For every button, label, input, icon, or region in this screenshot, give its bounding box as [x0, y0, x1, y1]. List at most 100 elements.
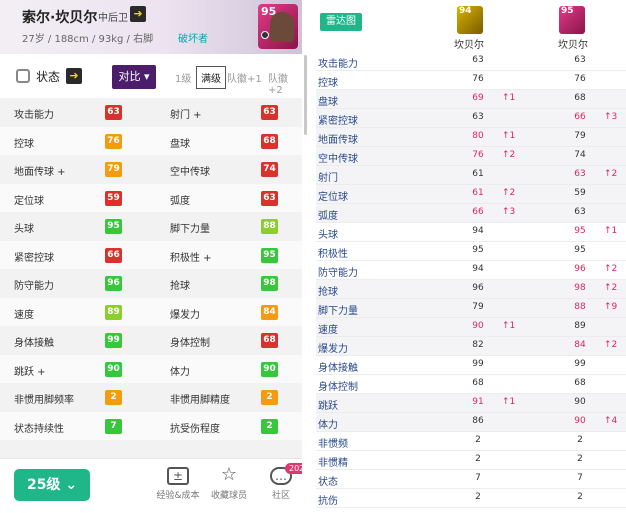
player-card-1[interactable]: 94	[457, 6, 483, 34]
player1-value: 90	[472, 321, 484, 331]
comparison-panel: 雷达图 94 95 坎贝尔 坎贝尔 攻击能力 63 63 控球 76 76 盘球 69 ↑1 68…	[308, 0, 626, 513]
stat-value-badge: 99	[105, 333, 122, 348]
player1-delta: ↑1	[502, 321, 516, 331]
stat-row: 跳跃 + 90 体力 90	[0, 354, 302, 383]
level-tab-1[interactable]: 1级	[175, 70, 191, 85]
level-tab-badge2[interactable]: 队徽+2	[268, 70, 302, 96]
attribute-name: 体力	[318, 420, 338, 431]
stat-value-badge: 2	[261, 390, 278, 405]
attribute-name: 积极性	[318, 249, 348, 260]
player2-value: 90	[574, 397, 586, 407]
stat-label: 状态持续性	[14, 423, 64, 435]
stat-label: 抗受伤程度	[170, 423, 220, 435]
attribute-name: 弧度	[318, 211, 338, 222]
attribute-name: 跳跃	[318, 401, 338, 412]
stat-label: 速度	[14, 309, 34, 321]
player-card[interactable]: 95	[258, 4, 298, 49]
stat-value-badge: 7	[105, 418, 122, 434]
compare-button[interactable]: 对比 ▾	[112, 65, 156, 89]
player2-value: 96	[574, 264, 586, 274]
stat-label: 非惯用脚精度	[170, 395, 230, 406]
player1-delta: ↑1	[502, 93, 516, 103]
level-tab-badge1[interactable]: 队徽+1	[227, 70, 262, 85]
stat-value-badge: 2	[261, 418, 278, 434]
card-rating: 94	[459, 6, 472, 16]
comparison-row: 脚下力量 79 88 ↑9	[316, 299, 626, 318]
player1-value: 69	[472, 93, 484, 103]
attribute-name: 定位球	[318, 192, 348, 203]
comparison-row: 空中传球 76 ↑2 74	[316, 147, 626, 166]
stats-controls: 状态 ➜ 对比 ▾ 1级 满级 队徽+1 队徽+2	[0, 54, 302, 98]
stat-value-badge: 95	[105, 219, 122, 234]
player1-value: 63	[472, 55, 484, 65]
player-detail-panel: 索尔·坎贝尔 中后卫 ➜ 27岁 / 188cm / 93kg / 右脚 破坏者…	[0, 0, 302, 513]
stat-label: 空中传球	[170, 167, 210, 178]
attribute-name: 紧密控球	[318, 116, 358, 127]
comparison-row: 非惯频 2 2	[316, 432, 626, 451]
player-name: 索尔·坎贝尔	[22, 10, 98, 26]
star-icon: ☆	[220, 464, 238, 485]
attribute-name: 脚下力量	[318, 306, 358, 317]
player1-value: 2	[475, 454, 481, 464]
player1-value: 76	[472, 150, 484, 160]
comparison-row: 身体控制 68 68	[316, 375, 626, 394]
player1-value: 66	[472, 207, 484, 217]
comparison-row: 防守能力 94 96 ↑2	[316, 261, 626, 280]
comparison-row: 积极性 95 95	[316, 242, 626, 261]
comparison-row: 地面传球 80 ↑1 79	[316, 128, 626, 147]
stat-row: 速度 89 爆发力 84	[0, 297, 302, 326]
stat-label: 非惯用脚频率	[14, 395, 74, 406]
player1-value: 80	[472, 131, 484, 141]
player1-value: 76	[472, 74, 484, 84]
stat-label: 控球	[14, 138, 34, 150]
player2-value: 63	[574, 55, 586, 65]
player-position: 中后卫	[98, 13, 128, 24]
player1-value: 7	[475, 473, 481, 483]
player2-value: 2	[577, 454, 583, 464]
stat-row: 攻击能力 63 射门 + 63	[0, 98, 302, 127]
nav-favorites[interactable]: ☆ 收藏球员	[199, 464, 259, 502]
stat-value-badge: 59	[105, 190, 122, 206]
chevron-down-icon: ▾	[143, 70, 150, 83]
arrow-right-icon[interactable]: ➜	[130, 6, 146, 22]
stat-label: 体力	[170, 366, 190, 378]
stat-value-badge: 90	[261, 361, 278, 377]
level-tab-max[interactable]: 满级	[196, 66, 226, 89]
attribute-name: 身体接触	[318, 363, 358, 374]
player2-delta: ↑2	[604, 264, 618, 274]
player2-value: 89	[574, 321, 586, 331]
comparison-row: 速度 90 ↑1 89	[316, 318, 626, 337]
stat-label: 积极性 +	[170, 252, 212, 264]
player-info: 27岁 / 188cm / 93kg / 右脚	[22, 34, 154, 45]
comparison-row: 控球 76 76	[316, 71, 626, 90]
compare-label: 对比	[118, 70, 141, 83]
comparison-row: 状态 7 7	[316, 470, 626, 489]
player1-delta: ↑2	[502, 188, 516, 198]
player-card-2[interactable]: 95	[559, 6, 585, 34]
player2-value: 98	[574, 283, 586, 293]
stat-value-badge: 84	[261, 304, 278, 320]
attribute-name: 头球	[318, 230, 338, 241]
arrow-right-icon[interactable]: ➜	[66, 68, 82, 84]
player2-delta: ↑2	[604, 283, 618, 293]
attribute-name: 爆发力	[318, 344, 348, 355]
radar-button[interactable]: 雷达图	[320, 13, 362, 31]
status-icon	[16, 69, 30, 83]
stat-label: 头球	[14, 224, 34, 235]
scrollbar[interactable]	[304, 55, 307, 135]
comparison-row: 紧密控球 63 66 ↑3	[316, 109, 626, 128]
comparison-row: 跳跃 91 ↑1 90	[316, 394, 626, 413]
level-button[interactable]: 25级 ⌄	[14, 469, 90, 501]
stat-row: 状态持续性 7 抗受伤程度 2	[0, 411, 302, 440]
comparison-row: 攻击能力 63 63	[316, 52, 626, 71]
player2-value: 2	[577, 492, 583, 502]
player1-value: 68	[472, 378, 484, 388]
stat-label: 紧密控球	[14, 252, 54, 264]
stat-value-badge: 2	[105, 390, 122, 405]
player1-value: 95	[472, 245, 484, 255]
player1-value: 63	[472, 112, 484, 122]
player-name-2: 坎贝尔	[558, 40, 588, 51]
nav-community[interactable]: … 202 社区	[251, 463, 302, 501]
player1-value: 91	[472, 397, 484, 407]
stat-label: 地面传球 +	[14, 167, 66, 178]
